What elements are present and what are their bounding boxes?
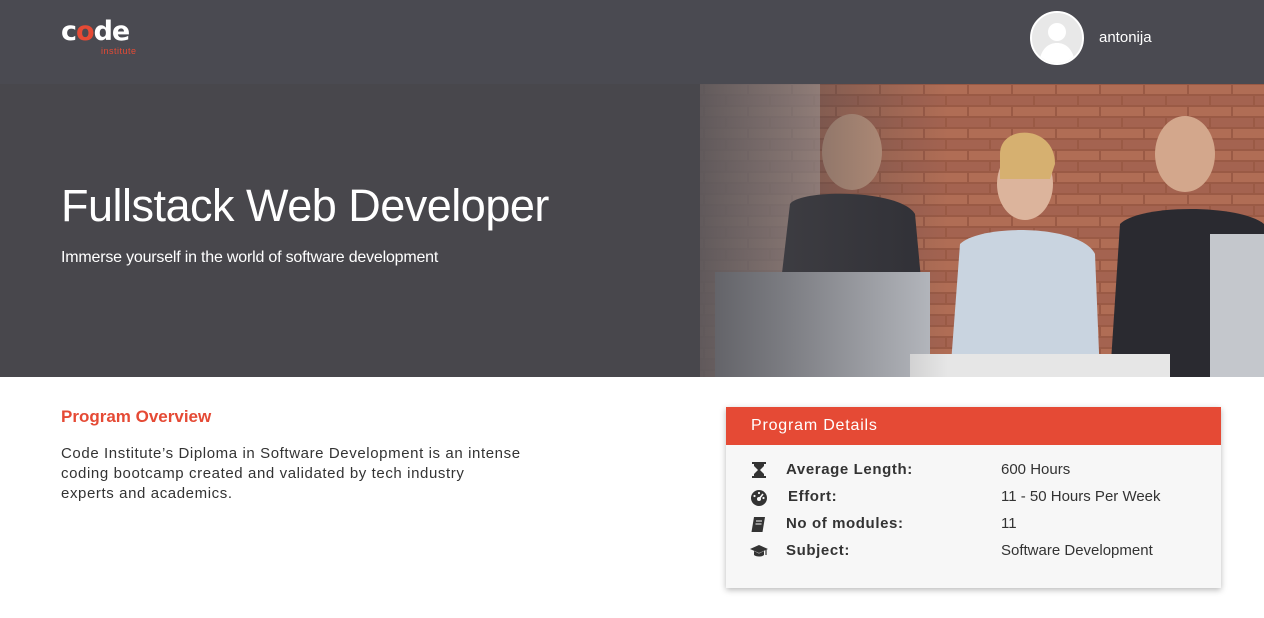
detail-row-subject: Subject: Software Development [726, 539, 1221, 563]
graduation-cap-icon [750, 545, 768, 557]
hero-subtitle: Immerse yourself in the world of softwar… [61, 249, 439, 266]
program-details-card: Program Details Average Length: 600 Hour… [726, 407, 1221, 588]
detail-value: 11 - 50 Hours Per Week [1001, 488, 1161, 505]
logo-subtitle: institute [101, 46, 137, 56]
program-overview-text: Code Institute’s Diploma in Software Dev… [61, 445, 521, 502]
detail-label: Average Length: [786, 461, 913, 478]
hero-banner: Fullstack Web Developer Immerse yourself… [0, 84, 1264, 377]
hourglass-icon [752, 462, 766, 478]
detail-label: No of modules: [786, 515, 904, 532]
logo-wordmark: code [61, 16, 130, 47]
top-navigation-bar: code institute antonija [0, 0, 1264, 84]
detail-value: 600 Hours [1001, 461, 1071, 478]
program-overview-heading: Program Overview [61, 407, 212, 426]
detail-row-average-length: Average Length: 600 Hours [726, 458, 1221, 482]
hero-title: Fullstack Web Developer [61, 180, 549, 231]
gauge-icon [751, 490, 767, 506]
detail-value: Software Development [1001, 542, 1153, 559]
user-silhouette-icon [1032, 13, 1082, 63]
user-avatar[interactable] [1030, 11, 1084, 65]
code-institute-logo[interactable]: code institute [61, 16, 151, 60]
detail-value: 11 [1001, 515, 1017, 532]
book-icon [751, 517, 765, 532]
program-details-header: Program Details [726, 407, 1221, 445]
detail-label: Subject: [786, 542, 850, 559]
detail-label: Effort: [788, 488, 838, 505]
detail-row-effort: Effort: 11 - 50 Hours Per Week [726, 485, 1221, 509]
detail-row-modules: No of modules: 11 [726, 512, 1221, 536]
program-details-title: Program Details [751, 417, 878, 434]
username[interactable]: antonija [1099, 29, 1152, 46]
